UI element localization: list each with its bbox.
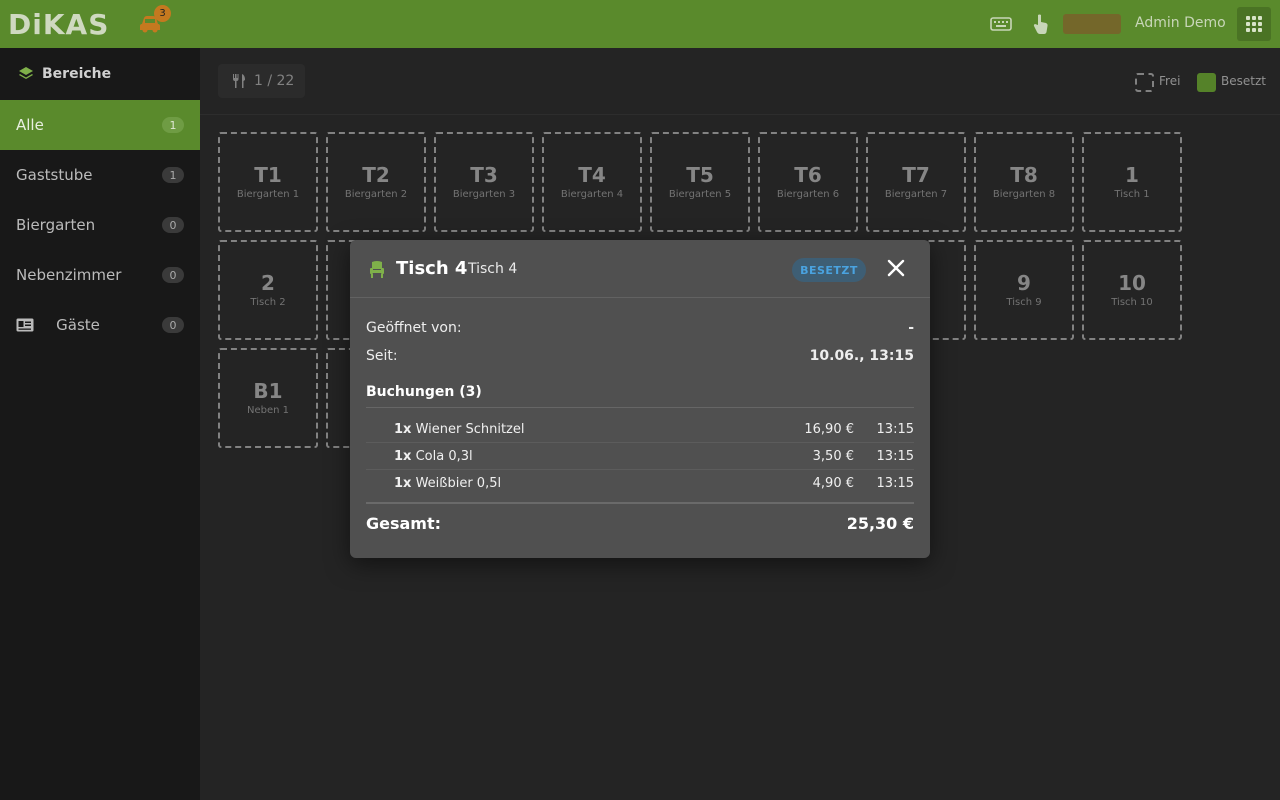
- booking-item: Cola 0,3l: [415, 449, 473, 464]
- sidebar: Bereiche Alle 1 Gaststube 1 Biergarten 0…: [0, 48, 200, 800]
- booking-price: 16,90 €: [804, 422, 854, 437]
- sidebar-item-label: Alle: [16, 116, 44, 134]
- status-badge: BESETZT: [792, 258, 866, 282]
- close-icon[interactable]: [886, 258, 906, 278]
- sidebar-item-count: 0: [162, 217, 184, 233]
- total-value: 25,30 €: [846, 514, 914, 533]
- booking-row: 1x Weißbier 0,5l 4,90 € 13:15: [366, 470, 914, 497]
- top-bar: DiKAS 3 Admin Demo: [0, 0, 1280, 48]
- touch-hand-icon[interactable]: [1032, 13, 1050, 35]
- sidebar-item-gaeste[interactable]: Gäste 0: [0, 300, 200, 350]
- booking-qty: 1x: [394, 422, 412, 437]
- table-detail-modal: Tisch 4 Tisch 4 BESETZT Geöffnet von: - …: [350, 240, 930, 558]
- sidebar-item-biergarten[interactable]: Biergarten 0: [0, 200, 200, 250]
- booking-name: 1x Wiener Schnitzel: [394, 422, 525, 437]
- booking-name: 1x Cola 0,3l: [394, 449, 473, 464]
- sidebar-item-alle[interactable]: Alle 1: [0, 100, 200, 150]
- chair-icon: [370, 261, 384, 278]
- sidebar-header: Bereiche: [0, 48, 200, 100]
- since-row: Seit: 10.06., 13:15: [366, 348, 914, 364]
- booking-qty: 1x: [394, 449, 412, 464]
- booking-qty: 1x: [394, 476, 412, 491]
- sidebar-item-label: Gäste: [56, 316, 100, 334]
- modal-title: Tisch 4: [396, 258, 468, 279]
- modal-header: Tisch 4 Tisch 4 BESETZT: [350, 240, 930, 298]
- booking-time: 13:15: [876, 422, 914, 437]
- app-logo[interactable]: DiKAS: [8, 8, 109, 41]
- booking-time: 13:15: [876, 476, 914, 491]
- booking-row: 1x Wiener Schnitzel 16,90 € 13:15: [366, 416, 914, 443]
- since-value: 10.06., 13:15: [809, 348, 914, 364]
- sidebar-item-count: 0: [162, 267, 184, 283]
- booking-name: 1x Weißbier 0,5l: [394, 476, 501, 491]
- opened-by-label: Geöffnet von:: [366, 320, 462, 336]
- booking-item: Weißbier 0,5l: [415, 476, 502, 491]
- opened-by-row: Geöffnet von: -: [366, 320, 914, 336]
- sidebar-header-label: Bereiche: [42, 66, 112, 82]
- total-row: Gesamt: 25,30 €: [366, 502, 914, 533]
- booking-item: Wiener Schnitzel: [415, 422, 525, 437]
- keyboard-icon[interactable]: [990, 15, 1012, 33]
- sidebar-item-count: 1: [162, 167, 184, 183]
- id-card-icon: [16, 318, 34, 332]
- layers-icon: [19, 67, 33, 79]
- status-indicator: [1063, 14, 1121, 34]
- car-count-badge: 3: [154, 5, 171, 22]
- booking-price: 4,90 €: [812, 476, 854, 491]
- sidebar-item-count: 0: [162, 317, 184, 333]
- sidebar-item-nebenzimmer[interactable]: Nebenzimmer 0: [0, 250, 200, 300]
- sidebar-item-count: 1: [162, 117, 184, 133]
- since-label: Seit:: [366, 348, 398, 364]
- total-label: Gesamt:: [366, 514, 442, 533]
- booking-row: 1x Cola 0,3l 3,50 € 13:15: [366, 443, 914, 470]
- apps-grid-button[interactable]: [1237, 7, 1271, 41]
- sidebar-item-gaststube[interactable]: Gaststube 1: [0, 150, 200, 200]
- modal-subtitle: Tisch 4: [468, 261, 518, 277]
- sidebar-item-label: Nebenzimmer: [16, 266, 122, 284]
- opened-by-value: -: [908, 320, 914, 336]
- sidebar-item-label: Biergarten: [16, 216, 96, 234]
- user-name[interactable]: Admin Demo: [1135, 15, 1226, 31]
- booking-price: 3,50 €: [812, 449, 854, 464]
- sidebar-item-label: Gaststube: [16, 166, 93, 184]
- bookings-header: Buchungen (3): [366, 384, 914, 408]
- booking-time: 13:15: [876, 449, 914, 464]
